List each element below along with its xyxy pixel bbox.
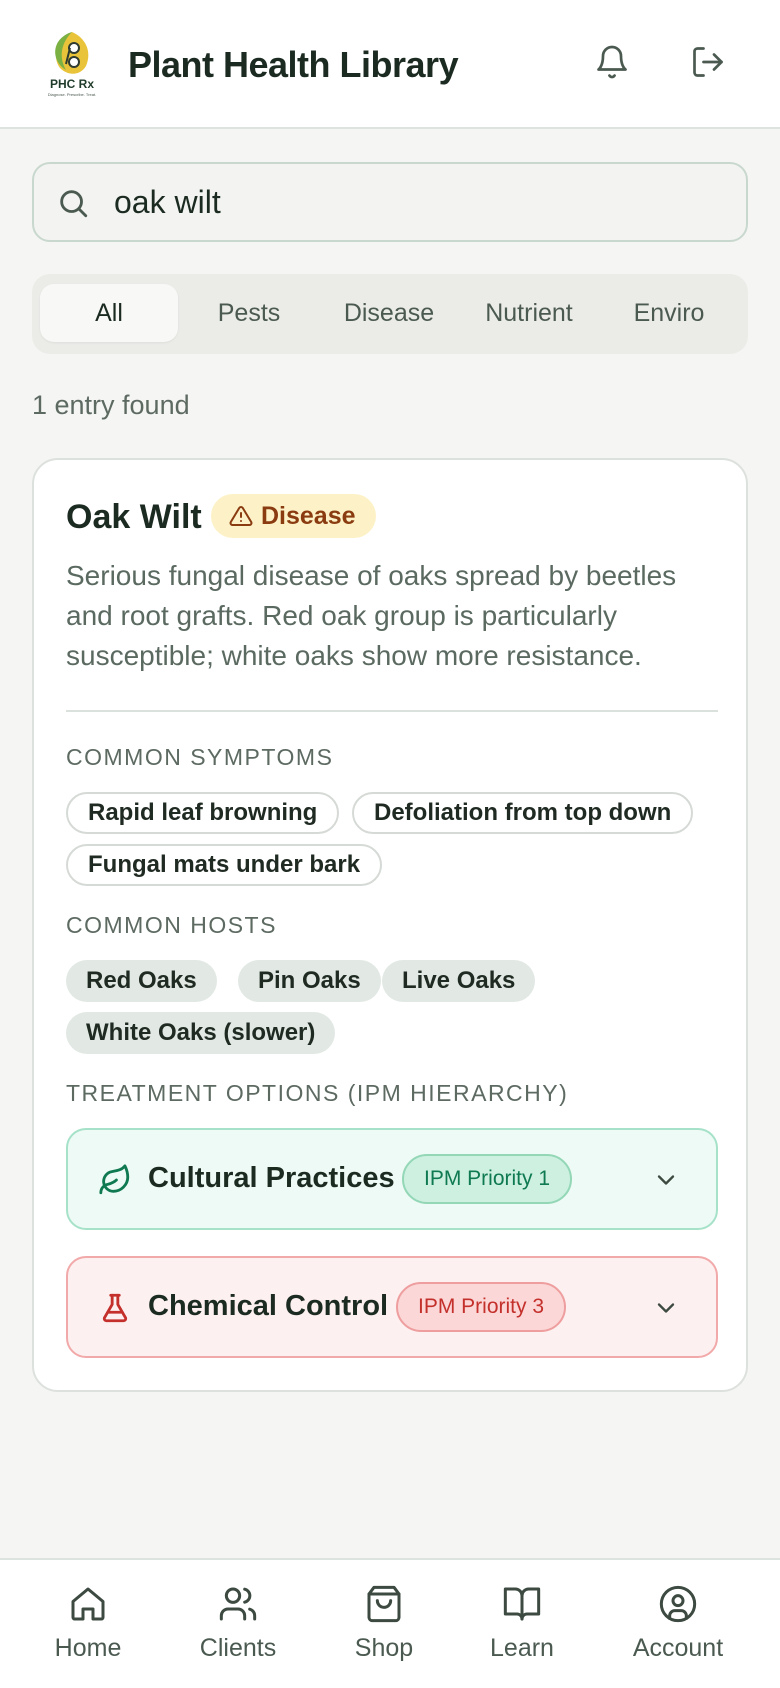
symptom-chip: Defoliation from top down — [352, 792, 694, 834]
app-header: PHC Rx Diagnose. Prescribe. Treat. Plant… — [0, 0, 780, 129]
tab-disease[interactable]: Disease — [320, 284, 458, 342]
logo-tagline: Diagnose. Prescribe. Treat. — [48, 92, 96, 97]
treatment-cultural-practices[interactable]: Cultural Practices IPM Priority 1 — [66, 1128, 718, 1230]
tab-all[interactable]: All — [40, 284, 178, 342]
flask-icon — [102, 1293, 128, 1323]
treatment-chemical-control[interactable]: Chemical Control IPM Priority 3 — [66, 1256, 718, 1358]
nav-label: Shop — [354, 1634, 414, 1662]
category-tabs: All Pests Disease Nutrient Enviro — [32, 274, 748, 354]
treatment-heading: TREATMENT OPTIONS (IPM HIERARCHY) — [66, 1080, 569, 1106]
symptom-chip: Rapid leaf browning — [66, 792, 340, 834]
nav-label: Learn — [490, 1634, 554, 1662]
category-badge: Disease — [211, 494, 376, 538]
nav-label: Account — [632, 1634, 724, 1662]
users-icon — [219, 1587, 257, 1621]
nav-home[interactable]: Home — [28, 1584, 148, 1663]
notifications-button[interactable] — [594, 44, 630, 80]
phc-rx-logo: PHC Rx Diagnose. Prescribe. Treat. — [48, 32, 96, 97]
entry-description: Serious fungal disease of oaks spread by… — [66, 560, 677, 671]
divider — [66, 710, 718, 712]
search-icon — [60, 190, 88, 218]
tab-pests[interactable]: Pests — [180, 284, 318, 342]
nav-account[interactable]: Account — [618, 1584, 738, 1663]
entry-card: Oak Wilt Disease Serious fungal disease … — [32, 458, 748, 1392]
logo-text: PHC Rx — [50, 77, 94, 91]
shopping-bag-icon — [367, 1585, 401, 1623]
tab-enviro[interactable]: Enviro — [600, 284, 738, 342]
nav-label: Clients — [199, 1634, 277, 1662]
host-chip: Live Oaks — [382, 960, 536, 1002]
page-title: Plant Health Library — [128, 44, 459, 85]
bottom-navigation: Home Clients Shop Learn Account — [0, 1558, 780, 1688]
category-badge-label: Disease — [261, 501, 356, 530]
host-chip: Pin Oaks — [238, 960, 381, 1002]
result-count: 1 entry found — [32, 390, 190, 420]
treatment-label: Cultural Practices — [148, 1162, 395, 1194]
nav-label: Home — [54, 1634, 122, 1662]
hosts-heading: COMMON HOSTS — [66, 912, 277, 938]
chevron-down-icon — [657, 1175, 675, 1185]
logout-button[interactable] — [690, 44, 726, 80]
logout-icon — [693, 47, 723, 77]
priority-badge: IPM Priority 3 — [396, 1282, 567, 1332]
symptom-chip: Fungal mats under bark — [66, 844, 383, 886]
nav-clients[interactable]: Clients — [178, 1584, 298, 1663]
bell-icon — [597, 45, 627, 79]
tab-nutrient[interactable]: Nutrient — [460, 284, 598, 342]
priority-badge: IPM Priority 1 — [402, 1154, 573, 1204]
host-chip: Red Oaks — [66, 960, 217, 1002]
entry-title: Oak Wilt — [66, 498, 202, 536]
search-input[interactable] — [114, 174, 714, 230]
chevron-down-icon — [657, 1303, 675, 1313]
warning-triangle-icon — [229, 505, 253, 526]
book-icon — [503, 1587, 541, 1621]
nav-learn[interactable]: Learn — [462, 1584, 582, 1663]
host-chip: White Oaks (slower) — [66, 1012, 336, 1054]
home-icon — [71, 1587, 105, 1621]
leaf-icon — [99, 1164, 130, 1195]
symptoms-heading: COMMON SYMPTOMS — [66, 744, 334, 770]
search-bar — [32, 162, 748, 242]
user-circle-icon — [659, 1585, 697, 1623]
treatment-label: Chemical Control — [148, 1290, 389, 1322]
nav-shop[interactable]: Shop — [324, 1584, 444, 1663]
